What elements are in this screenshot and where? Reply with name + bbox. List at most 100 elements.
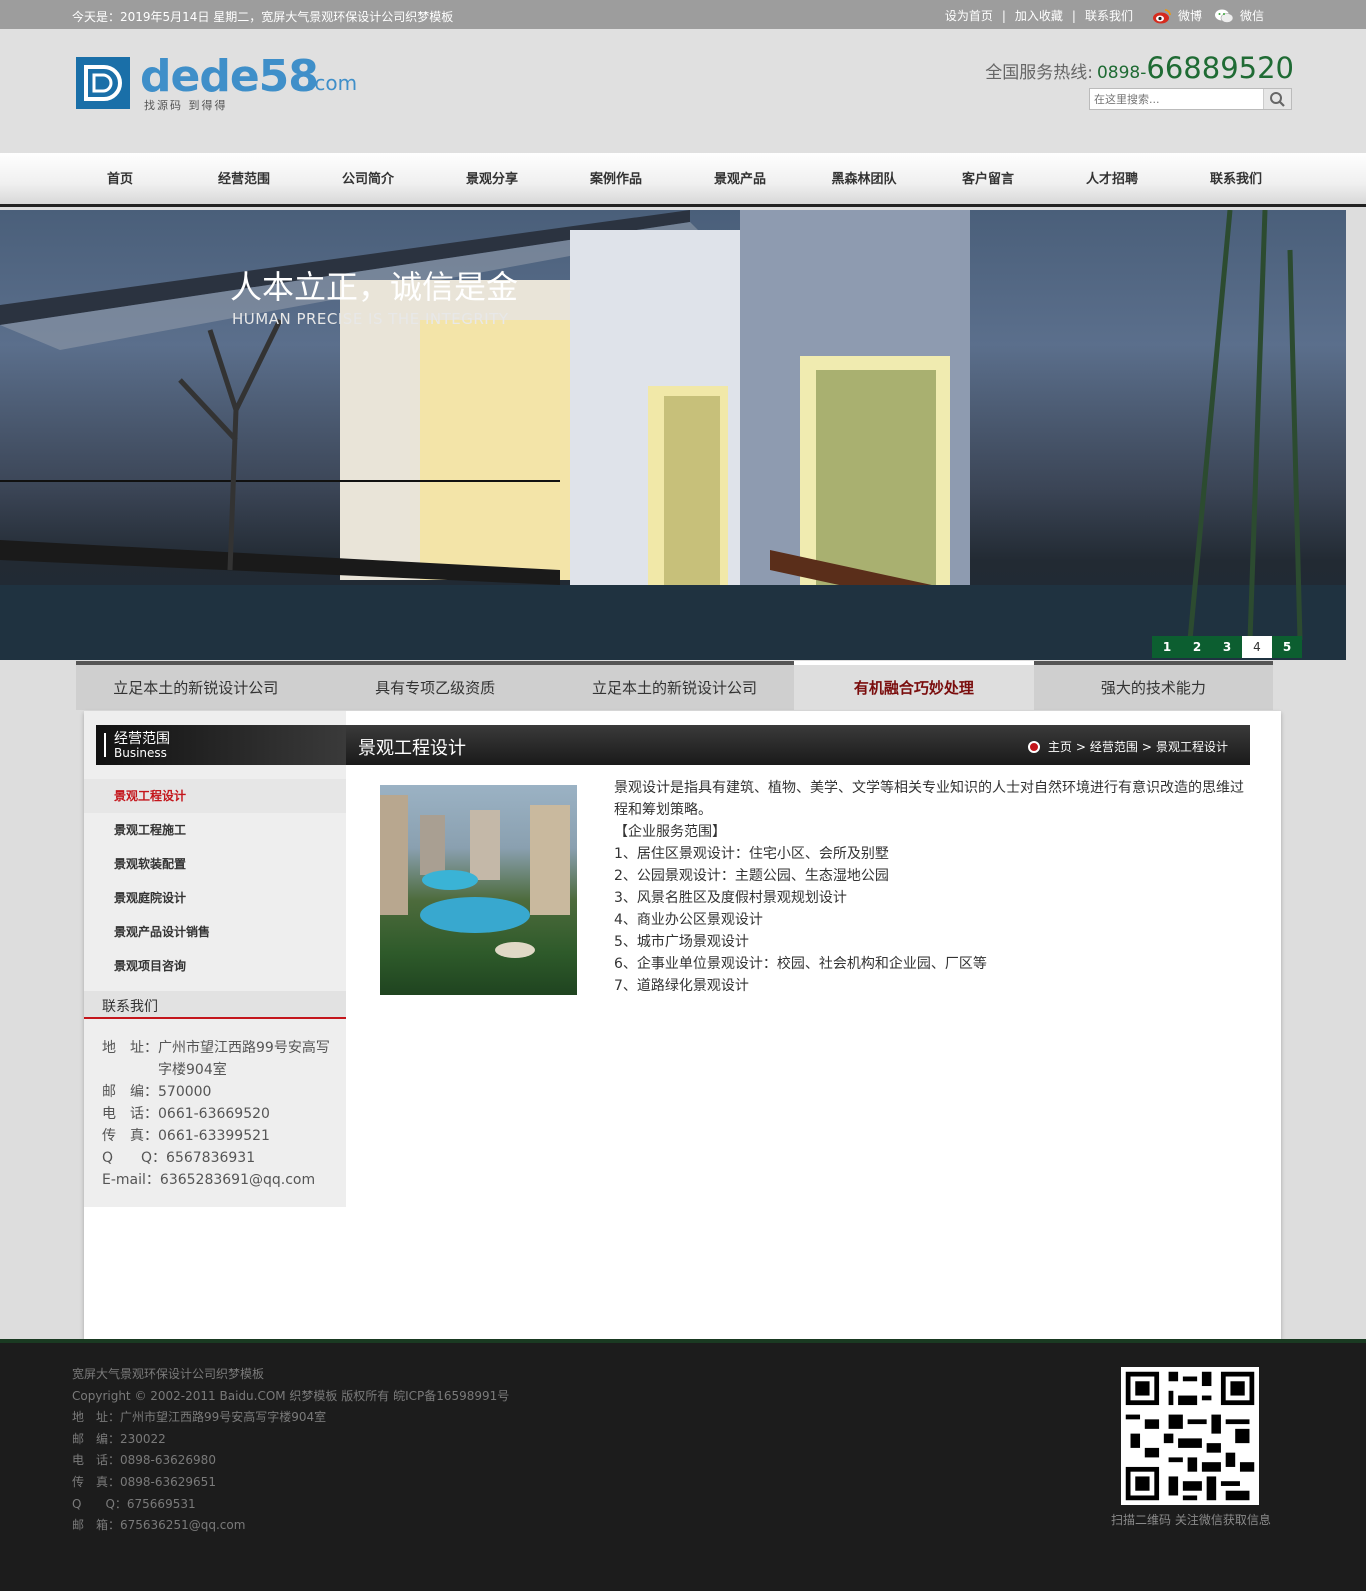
weibo-icon[interactable] bbox=[1152, 8, 1172, 24]
scope-item: 7、道路绿化景观设计 bbox=[614, 978, 749, 994]
sidebar-item[interactable]: 景观工程施工 bbox=[84, 813, 346, 847]
nav-item-jobs[interactable]: 人才招聘 bbox=[1050, 153, 1174, 207]
add-favorite-link[interactable]: 加入收藏 bbox=[1015, 7, 1063, 24]
breadcrumb-current[interactable]: 景观工程设计 bbox=[1156, 738, 1228, 755]
sidebar-header: 经营范围 Business bbox=[96, 725, 346, 765]
separator: | bbox=[1001, 8, 1006, 23]
banner-slogan-en: HUMAN PRECISE IS THE INTEGRITY bbox=[232, 310, 509, 328]
hotline: 全国服务热线: 0898- 66889520 bbox=[985, 51, 1294, 85]
slider-dot[interactable]: 1 bbox=[1152, 636, 1182, 658]
banner-scene-image bbox=[0, 210, 1346, 660]
logo-tagline: 找源码 到得得 bbox=[144, 99, 228, 112]
scope-item: 6、企事业单位景观设计：校园、社会机构和企业园、厂区等 bbox=[614, 956, 987, 972]
breadcrumb-home[interactable]: 主页 bbox=[1048, 738, 1072, 755]
footer-line: 传 真：0898-63629651 bbox=[72, 1474, 216, 1489]
slider-dot[interactable]: 5 bbox=[1272, 636, 1302, 658]
scope-title: 【企业服务范围】 bbox=[614, 824, 726, 840]
nav-item-team[interactable]: 黑森林团队 bbox=[802, 153, 926, 207]
feature-tabs: 立足本土的新锐设计公司 具有专项乙级资质 立足本土的新锐设计公司 有机融合巧妙处… bbox=[76, 661, 1274, 710]
social-links: 微博 微信 bbox=[1152, 7, 1276, 24]
wechat-icon[interactable] bbox=[1214, 8, 1234, 24]
footer-line: Q Q：675669531 bbox=[72, 1496, 196, 1511]
category-list: 景观工程设计 景观工程施工 景观软装配置 景观庭院设计 景观产品设计销售 景观项… bbox=[84, 779, 346, 983]
footer-line: 宽屏大气景观环保设计公司织梦模板 bbox=[72, 1367, 265, 1381]
top-bar: 今天是：2019年5月14日 星期二，宽屏大气景观环保设计公司织梦模板 设为首页… bbox=[0, 0, 1366, 29]
qr-code bbox=[1121, 1367, 1259, 1505]
contact-value: 570000 bbox=[158, 1084, 212, 1100]
article-image bbox=[380, 785, 577, 995]
footer-line: 邮 编：230022 bbox=[72, 1431, 166, 1446]
contact-row: Q Q： 6567836931 bbox=[102, 1147, 334, 1169]
nav-item-products[interactable]: 景观产品 bbox=[678, 153, 802, 207]
slider-pagination: 1 2 3 4 5 bbox=[1152, 636, 1302, 658]
contact-us-link[interactable]: 联系我们 bbox=[1085, 7, 1133, 24]
site-logo[interactable]: dede58 .com 找源码 到得得 bbox=[76, 51, 358, 112]
nav-item-cases[interactable]: 案例作品 bbox=[554, 153, 678, 207]
qr-caption: 扫描二维码 关注微信获取信息 bbox=[1111, 1513, 1271, 1527]
logo-mark-icon bbox=[76, 57, 130, 109]
scope-item: 5、城市广场景观设计 bbox=[614, 934, 749, 950]
contact-value: 6567836931 bbox=[166, 1150, 256, 1166]
contact-row: 电 话： 0661-63669520 bbox=[102, 1103, 334, 1125]
footer-line: Copyright © 2002-2011 Baidu.COM 织梦模板 版权所… bbox=[72, 1388, 510, 1403]
sidebar-subtitle: Business bbox=[114, 746, 167, 760]
contact-value: 广州市望江西路99号安高写字楼904室 bbox=[158, 1040, 330, 1078]
contact-value: 0661-63669520 bbox=[158, 1106, 270, 1122]
feature-tab[interactable]: 立足本土的新锐设计公司 bbox=[554, 661, 795, 710]
contact-row: E-mail： 6365283691@qq.com bbox=[102, 1169, 334, 1191]
logo-word: dede58 bbox=[140, 51, 319, 102]
article-intro: 景观设计是指具有建筑、植物、美学、文学等相关专业知识的人士对自然环境进行有意识改… bbox=[614, 780, 1244, 818]
contact-row: 邮 编： 570000 bbox=[102, 1081, 334, 1103]
main-content: 经营范围 Business 景观工程设计 景观工程施工 景观软装配置 景观庭院设… bbox=[84, 711, 1281, 1339]
breadcrumb: 主页 > 经营范围 > 景观工程设计 bbox=[1027, 738, 1228, 755]
feature-tab-active[interactable]: 有机融合巧妙处理 bbox=[794, 661, 1034, 710]
sidebar-item[interactable]: 景观产品设计销售 bbox=[84, 915, 346, 949]
footer-line: 邮 箱：675636251@qq.com bbox=[72, 1518, 246, 1533]
weibo-link[interactable]: 微博 bbox=[1178, 7, 1202, 24]
separator: | bbox=[1071, 8, 1076, 23]
landscape-photo-icon bbox=[380, 795, 570, 958]
contact-key: Q Q： bbox=[102, 1150, 167, 1166]
contact-value: 6365283691@qq.com bbox=[159, 1172, 316, 1188]
breadcrumb-separator: > bbox=[1141, 739, 1152, 754]
article-body: 景观设计是指具有建筑、植物、美学、文学等相关专业知识的人士对自然环境进行有意识改… bbox=[586, 777, 1246, 997]
sidebar-item[interactable]: 景观项目咨询 bbox=[84, 949, 346, 983]
contact-row: 传 真： 0661-63399521 bbox=[102, 1125, 334, 1147]
sidebar-item[interactable]: 景观庭院设计 bbox=[84, 881, 346, 915]
slider-dot[interactable]: 3 bbox=[1212, 636, 1242, 658]
sidebar-title: 经营范围 bbox=[114, 731, 170, 747]
footer-info: 宽屏大气景观环保设计公司织梦模板 Copyright © 2002-2011 B… bbox=[72, 1364, 509, 1537]
sidebar-item[interactable]: 景观软装配置 bbox=[84, 847, 346, 881]
feature-tab[interactable]: 强大的技术能力 bbox=[1033, 661, 1274, 710]
wechat-link[interactable]: 微信 bbox=[1240, 7, 1264, 24]
feature-tab[interactable]: 具有专项乙级资质 bbox=[315, 661, 555, 710]
search-button[interactable] bbox=[1263, 89, 1291, 109]
footer-line: 地 址：广州市望江西路99号安高写字楼904室 bbox=[72, 1410, 327, 1425]
nav-item-home[interactable]: 首页 bbox=[58, 153, 182, 207]
header-accent-bar bbox=[104, 733, 106, 757]
sidebar-item-active[interactable]: 景观工程设计 bbox=[84, 779, 346, 813]
slider-dot[interactable]: 2 bbox=[1182, 636, 1212, 658]
content-header: 景观工程设计 主页 > 经营范围 > 景观工程设计 bbox=[346, 725, 1250, 765]
slider-dot-active[interactable]: 4 bbox=[1242, 636, 1272, 658]
logo-tld: .com bbox=[308, 71, 358, 95]
banner-slogan: 人本立正，诚信是金 bbox=[230, 268, 519, 306]
hotline-number: 66889520 bbox=[1146, 51, 1294, 85]
nav-item-contact[interactable]: 联系我们 bbox=[1174, 153, 1298, 207]
feature-tab[interactable]: 立足本土的新锐设计公司 bbox=[76, 661, 316, 710]
footer-line: 电 话：0898-63626980 bbox=[72, 1453, 216, 1468]
scope-item: 1、居住区景观设计：住宅小区、会所及别墅 bbox=[614, 846, 889, 862]
nav-item-about[interactable]: 公司简介 bbox=[306, 153, 430, 207]
nav-item-share[interactable]: 景观分享 bbox=[430, 153, 554, 207]
nav-item-guestbook[interactable]: 客户留言 bbox=[926, 153, 1050, 207]
page-title: 景观工程设计 bbox=[358, 738, 466, 759]
set-homepage-link[interactable]: 设为首页 bbox=[945, 7, 993, 24]
hotline-label: 全国服务热线: bbox=[985, 63, 1093, 83]
hotline-prefix: 0898- bbox=[1096, 63, 1147, 83]
nav-item-business[interactable]: 经营范围 bbox=[182, 153, 306, 207]
search-input[interactable] bbox=[1090, 89, 1262, 109]
header: dede58 .com 找源码 到得得 全国服务热线: 0898- 668895… bbox=[0, 29, 1366, 153]
breadcrumb-business[interactable]: 经营范围 bbox=[1090, 738, 1138, 755]
footer: 宽屏大气景观环保设计公司织梦模板 Copyright © 2002-2011 B… bbox=[0, 1339, 1366, 1591]
qr-code-icon bbox=[1121, 1367, 1259, 1505]
